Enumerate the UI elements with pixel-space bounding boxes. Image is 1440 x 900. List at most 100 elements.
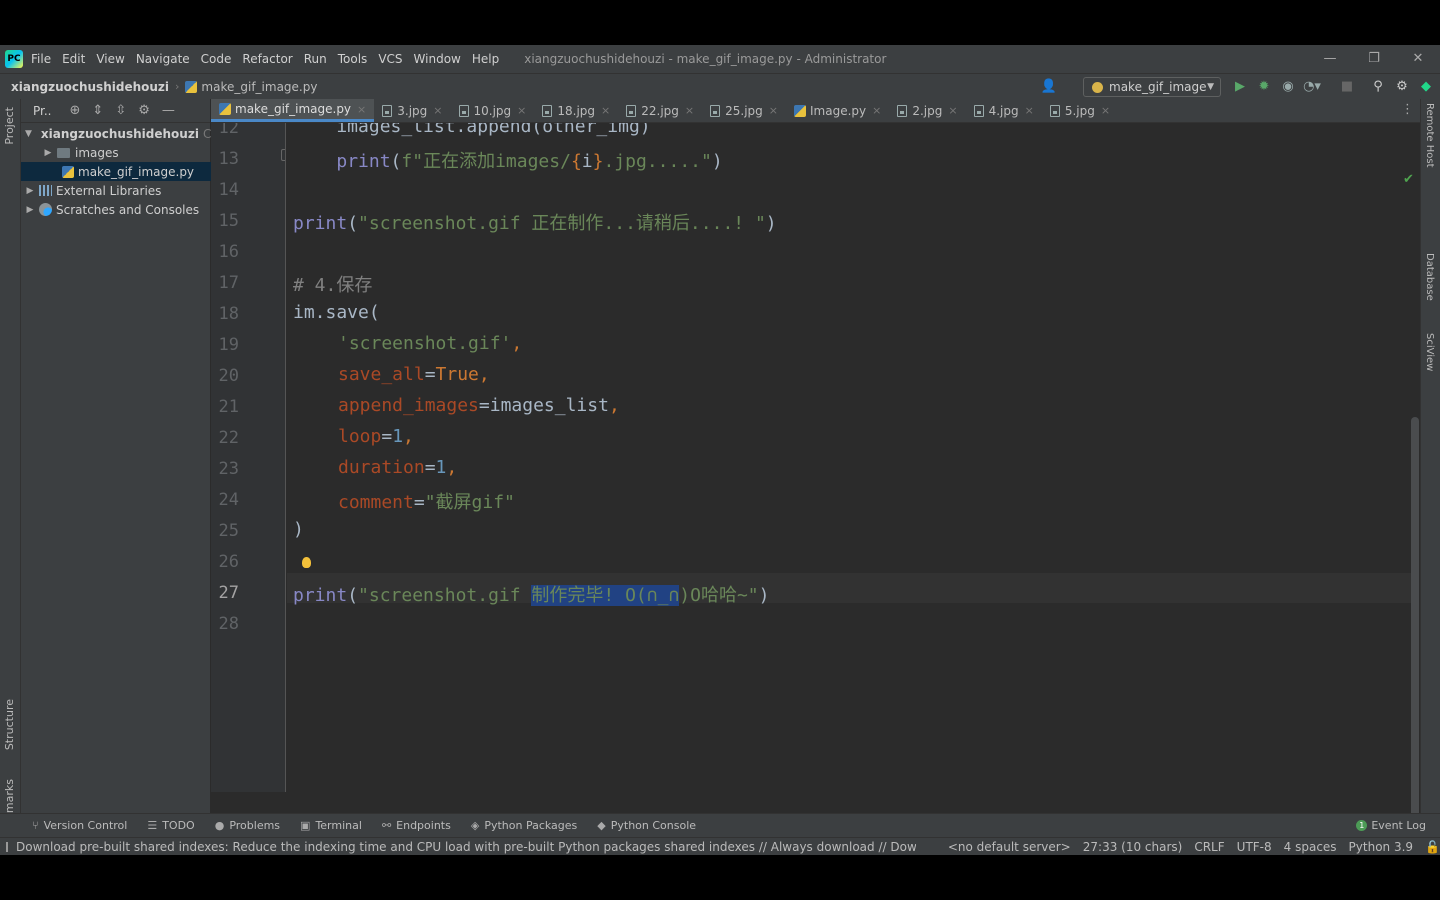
stop-icon[interactable]: ■ <box>1338 78 1356 96</box>
menu-tools[interactable]: Tools <box>338 52 368 66</box>
tree-item-images[interactable]: ▶ images <box>21 143 211 162</box>
todo-button[interactable]: ☰ TODO <box>147 819 194 832</box>
tree-item-make-gif-image[interactable]: make_gif_image.py <box>21 162 211 181</box>
run-icon[interactable]: ▶ <box>1231 78 1249 96</box>
close-tab-icon[interactable]: × <box>769 104 778 117</box>
code-editor[interactable]: images_list.append(other_img) print(f"正在… <box>287 123 1411 792</box>
vertical-scrollbar[interactable] <box>1411 417 1419 837</box>
tree-item-project-root[interactable]: ▼ xiangzuochushidehouzi C: <box>21 124 211 143</box>
code-line-25: ) <box>293 519 304 540</box>
python-config-icon <box>1092 81 1103 93</box>
close-tab-icon[interactable]: × <box>948 104 957 117</box>
minimize-icon[interactable]: — <box>1320 49 1340 69</box>
close-tab-icon[interactable]: × <box>517 104 526 117</box>
sciview-tool-tab[interactable]: SciView <box>1424 333 1435 371</box>
menu-run[interactable]: Run <box>304 52 327 66</box>
tab-label: 18.jpg <box>557 103 596 118</box>
status-line-separator[interactable]: CRLF <box>1194 840 1224 854</box>
code-text: duration <box>338 457 425 478</box>
coverage-icon[interactable]: ◉ <box>1279 78 1297 96</box>
menu-edit[interactable]: Edit <box>62 52 85 66</box>
status-caret-position[interactable]: 27:33 (10 chars) <box>1083 840 1183 854</box>
right-tool-stripe: Remote Host Database SciView <box>1420 99 1440 813</box>
menu-file[interactable]: File <box>31 52 51 66</box>
tab-10-jpg[interactable]: 10.jpg × <box>451 99 535 122</box>
menu-view[interactable]: View <box>96 52 124 66</box>
menu-navigate[interactable]: Navigate <box>136 52 190 66</box>
tree-item-external-libraries[interactable]: ▶ External Libraries <box>21 181 211 200</box>
project-view-select[interactable]: Pr.. <box>33 104 52 118</box>
profile-icon[interactable]: ◔▾ <box>1303 78 1321 96</box>
close-tab-icon[interactable]: × <box>872 104 881 117</box>
menu-refactor[interactable]: Refactor <box>242 52 292 66</box>
status-indent[interactable]: 4 spaces <box>1284 840 1337 854</box>
user-icon[interactable]: 👤▾ <box>1040 78 1058 112</box>
tab-25-jpg[interactable]: 25.jpg × <box>702 99 786 122</box>
status-encoding[interactable]: UTF-8 <box>1237 840 1272 854</box>
project-tool-tab[interactable]: Project <box>3 107 16 145</box>
tab-22-jpg[interactable]: 22.jpg × <box>618 99 702 122</box>
menu-window[interactable]: Window <box>414 52 461 66</box>
status-interpreter[interactable]: Python 3.9 <box>1349 840 1414 854</box>
tab-make-gif-image-py[interactable]: make_gif_image.py × <box>211 99 375 122</box>
restore-icon[interactable]: ❐ <box>1364 49 1384 69</box>
version-control-button[interactable]: ⑂ Version Control <box>32 819 127 832</box>
debug-icon[interactable]: ✹ <box>1255 78 1273 96</box>
endpoints-button[interactable]: ⚯ Endpoints <box>382 819 451 832</box>
fold-marker-icon[interactable] <box>281 149 285 161</box>
menu-vcs[interactable]: VCS <box>378 52 402 66</box>
tool-window-label: Terminal <box>315 819 362 832</box>
breadcrumb-project[interactable]: xiangzuochushidehouzi <box>11 80 169 94</box>
code-text: ) <box>765 213 777 234</box>
menu-help[interactable]: Help <box>472 52 499 66</box>
run-configuration-select[interactable]: make_gif_image ▼ <box>1083 77 1221 97</box>
tab-18-jpg[interactable]: 18.jpg × <box>534 99 618 122</box>
selected-text: 制作完毕! O(∩_∩ <box>531 585 680 606</box>
expand-all-icon[interactable]: ⇕ <box>92 103 103 118</box>
python-console-button[interactable]: ◆ Python Console <box>597 819 696 832</box>
search-icon[interactable]: ⚲ <box>1369 78 1387 96</box>
close-tab-icon[interactable]: × <box>1025 104 1034 117</box>
terminal-button[interactable]: ▣ Terminal <box>300 819 362 832</box>
tab-2-jpg[interactable]: 2.jpg × <box>889 99 965 122</box>
tab-5-jpg[interactable]: 5.jpg × <box>1042 99 1118 122</box>
line-number: 13 <box>218 149 239 169</box>
lock-icon[interactable]: 🔓 <box>1425 840 1440 854</box>
gear-icon[interactable]: ⚙ <box>138 103 150 118</box>
structure-tool-tab[interactable]: Structure <box>3 699 16 750</box>
more-tabs-icon[interactable]: ⋮ <box>1401 102 1414 117</box>
status-server[interactable]: <no default server> <box>948 840 1071 854</box>
tree-item-label: External Libraries <box>56 183 162 198</box>
tab-image-py[interactable]: Image.py × <box>786 99 889 122</box>
line-number: 28 <box>218 614 239 634</box>
jetbrains-toolbox-icon[interactable]: ◆ <box>1417 78 1435 96</box>
breadcrumb-file[interactable]: make_gif_image.py <box>185 80 317 94</box>
status-message[interactable]: Download pre-built shared indexes: Reduc… <box>6 840 916 854</box>
tool-window-label: Version Control <box>43 819 128 832</box>
close-tab-icon[interactable]: × <box>601 104 610 117</box>
tab-3-jpg[interactable]: 3.jpg × <box>374 99 450 122</box>
inspection-ok-icon[interactable]: ✔ <box>1403 172 1414 187</box>
event-log-button[interactable]: 1 Event Log <box>1356 819 1426 832</box>
close-tab-icon[interactable]: × <box>1101 104 1110 117</box>
collapse-all-icon[interactable]: ⇳ <box>115 103 126 118</box>
menu-code[interactable]: Code <box>201 52 232 66</box>
code-text: ) <box>711 151 723 172</box>
tool-windows-toggle-icon[interactable] <box>6 841 8 852</box>
code-text: print <box>293 213 348 234</box>
problems-button[interactable]: ● Problems <box>215 819 280 832</box>
settings-gear-icon[interactable]: ⚙ <box>1393 78 1411 96</box>
tab-4-jpg[interactable]: 4.jpg × <box>966 99 1042 122</box>
database-tool-tab[interactable]: Database <box>1424 253 1435 301</box>
close-tab-icon[interactable]: × <box>433 104 442 117</box>
close-tab-icon[interactable]: × <box>357 103 366 116</box>
code-text: 1 <box>435 457 447 478</box>
locate-icon[interactable]: ⊕ <box>70 103 81 118</box>
close-window-icon[interactable]: ✕ <box>1408 49 1428 69</box>
hide-panel-icon[interactable]: — <box>162 103 175 118</box>
remote-host-tool-tab[interactable]: Remote Host <box>1424 103 1435 168</box>
close-tab-icon[interactable]: × <box>685 104 694 117</box>
python-packages-button[interactable]: ◈ Python Packages <box>471 819 577 832</box>
tree-item-scratches[interactable]: ▶ Scratches and Consoles <box>21 200 211 219</box>
lightbulb-icon[interactable] <box>302 557 311 568</box>
